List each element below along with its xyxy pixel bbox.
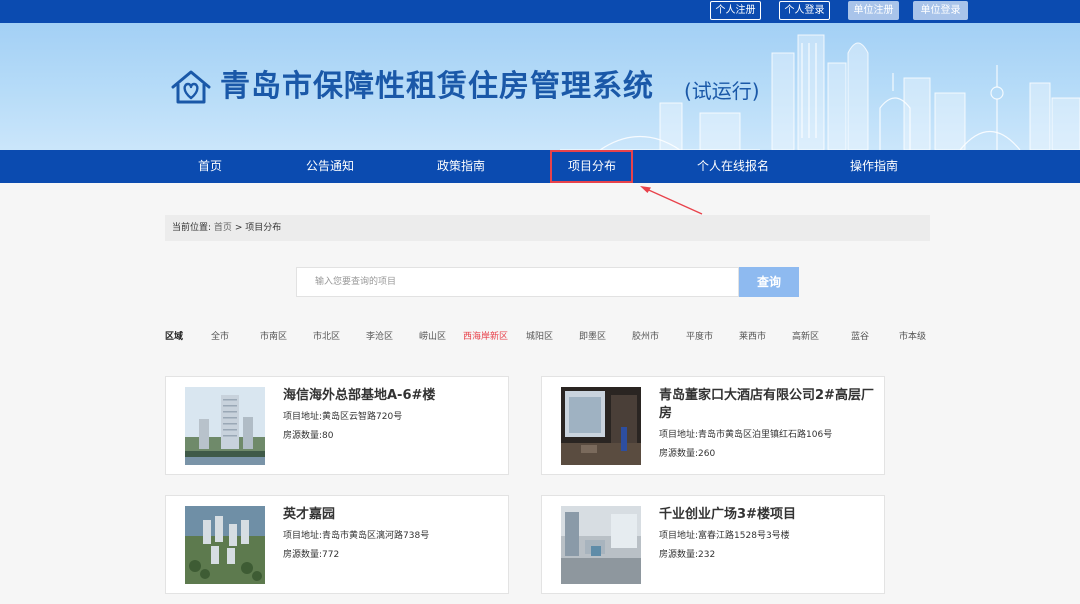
breadcrumb: 当前位置: 首页 > 项目分布 <box>165 215 930 241</box>
district-jiaozhou[interactable]: 胶州市 <box>632 329 659 345</box>
project-photo-lobby <box>561 506 641 584</box>
project-card[interactable]: 青岛董家口大酒店有限公司2#高层厂房 项目地址:青岛市黄岛区泊里镇红石路106号… <box>541 376 885 475</box>
site-title: 青岛市保障性租赁住房管理系统 <box>220 69 654 104</box>
project-address-label: 项目地址: <box>283 412 323 422</box>
unit-login-button[interactable]: 单位登录 <box>913 1 968 20</box>
district-all-city[interactable]: 全市 <box>211 329 229 345</box>
breadcrumb-home-link[interactable]: 首页 <box>214 223 232 233</box>
project-unit-count: 房源数量:232 <box>659 548 715 562</box>
personal-register-button[interactable]: 个人注册 <box>710 1 761 20</box>
unit-register-button[interactable]: 单位注册 <box>848 1 899 20</box>
district-laoshan[interactable]: 崂山区 <box>419 329 446 345</box>
project-count-value: 232 <box>698 550 716 560</box>
project-count-value: 80 <box>322 431 334 441</box>
project-address-value: 青岛市黄岛区泊里镇红石路106号 <box>698 430 833 440</box>
project-title[interactable]: 英才嘉园 <box>283 506 503 524</box>
site-title-suffix: (试运行) <box>684 79 760 103</box>
project-card[interactable]: 海信海外总部基地A-6#楼 项目地址:黄岛区云智路720号 房源数量:80 <box>165 376 509 475</box>
project-address-value: 青岛市黄岛区漓河路738号 <box>322 531 430 541</box>
district-west-coast-new-area[interactable]: 西海岸新区 <box>463 329 508 345</box>
project-address: 项目地址:黄岛区云智路720号 <box>283 410 402 424</box>
project-address-label: 项目地址: <box>659 430 699 440</box>
main-nav: 首页 公告通知 政策指南 项目分布 个人在线报名 操作指南 <box>0 150 1080 183</box>
nav-item-home[interactable]: 首页 <box>180 150 240 183</box>
project-photo-interior <box>561 387 641 465</box>
personal-login-button[interactable]: 个人登录 <box>779 1 830 20</box>
district-shinan[interactable]: 市南区 <box>260 329 287 345</box>
district-laixi[interactable]: 莱西市 <box>739 329 766 345</box>
top-bar: 个人注册 个人登录 单位注册 单位登录 <box>0 0 1080 23</box>
project-unit-count: 房源数量:80 <box>283 429 334 443</box>
project-count-label: 房源数量: <box>659 449 699 459</box>
project-address: 项目地址:富春江路1528号3号楼 <box>659 529 790 543</box>
project-address-value: 富春江路1528号3号楼 <box>698 531 790 541</box>
project-photo-aerial <box>185 506 265 584</box>
house-heart-logo-icon <box>171 70 211 104</box>
project-count-label: 房源数量: <box>283 550 323 560</box>
district-blue-valley[interactable]: 蓝谷 <box>851 329 869 345</box>
district-chengyang[interactable]: 城阳区 <box>526 329 553 345</box>
breadcrumb-label: 当前位置: <box>172 223 212 233</box>
project-search-input[interactable] <box>296 267 739 297</box>
project-title[interactable]: 青岛董家口大酒店有限公司2#高层厂房 <box>659 387 879 423</box>
nav-highlight-box <box>550 150 633 183</box>
nav-item-notices[interactable]: 公告通知 <box>290 150 370 183</box>
project-unit-count: 房源数量:772 <box>283 548 339 562</box>
district-high-tech-zone[interactable]: 高新区 <box>792 329 819 345</box>
header-banner: 青岛市保障性租赁住房管理系统 (试运行) <box>0 23 1080 150</box>
project-photo-tower <box>185 387 265 465</box>
project-title[interactable]: 千业创业广场3#楼项目 <box>659 506 879 524</box>
nav-item-operation-guide[interactable]: 操作指南 <box>834 150 914 183</box>
project-count-label: 房源数量: <box>283 431 323 441</box>
district-city-level[interactable]: 市本级 <box>899 329 926 345</box>
district-licang[interactable]: 李沧区 <box>366 329 393 345</box>
project-address-label: 项目地址: <box>659 531 699 541</box>
project-address: 项目地址:青岛市黄岛区泊里镇红石路106号 <box>659 428 832 442</box>
project-unit-count: 房源数量:260 <box>659 447 715 461</box>
project-title[interactable]: 海信海外总部基地A-6#楼 <box>283 387 503 405</box>
project-count-value: 772 <box>322 550 340 560</box>
project-address-value: 黄岛区云智路720号 <box>322 412 403 422</box>
project-count-value: 260 <box>698 449 716 459</box>
district-shibei[interactable]: 市北区 <box>313 329 340 345</box>
district-filter-label: 区域 <box>165 332 184 342</box>
nav-item-policy-guide[interactable]: 政策指南 <box>421 150 501 183</box>
annotation-arrow <box>640 186 703 215</box>
project-card[interactable]: 英才嘉园 项目地址:青岛市黄岛区漓河路738号 房源数量:772 <box>165 495 509 594</box>
district-jimo[interactable]: 即墨区 <box>579 329 606 345</box>
project-card[interactable]: 千业创业广场3#楼项目 项目地址:富春江路1528号3号楼 房源数量:232 <box>541 495 885 594</box>
search-button[interactable]: 查询 <box>739 267 799 297</box>
breadcrumb-current: 项目分布 <box>245 223 282 233</box>
project-address-label: 项目地址: <box>283 531 323 541</box>
project-address: 项目地址:青岛市黄岛区漓河路738号 <box>283 529 429 543</box>
district-pingdu[interactable]: 平度市 <box>686 329 713 345</box>
breadcrumb-separator: > <box>234 223 243 233</box>
project-count-label: 房源数量: <box>659 550 699 560</box>
